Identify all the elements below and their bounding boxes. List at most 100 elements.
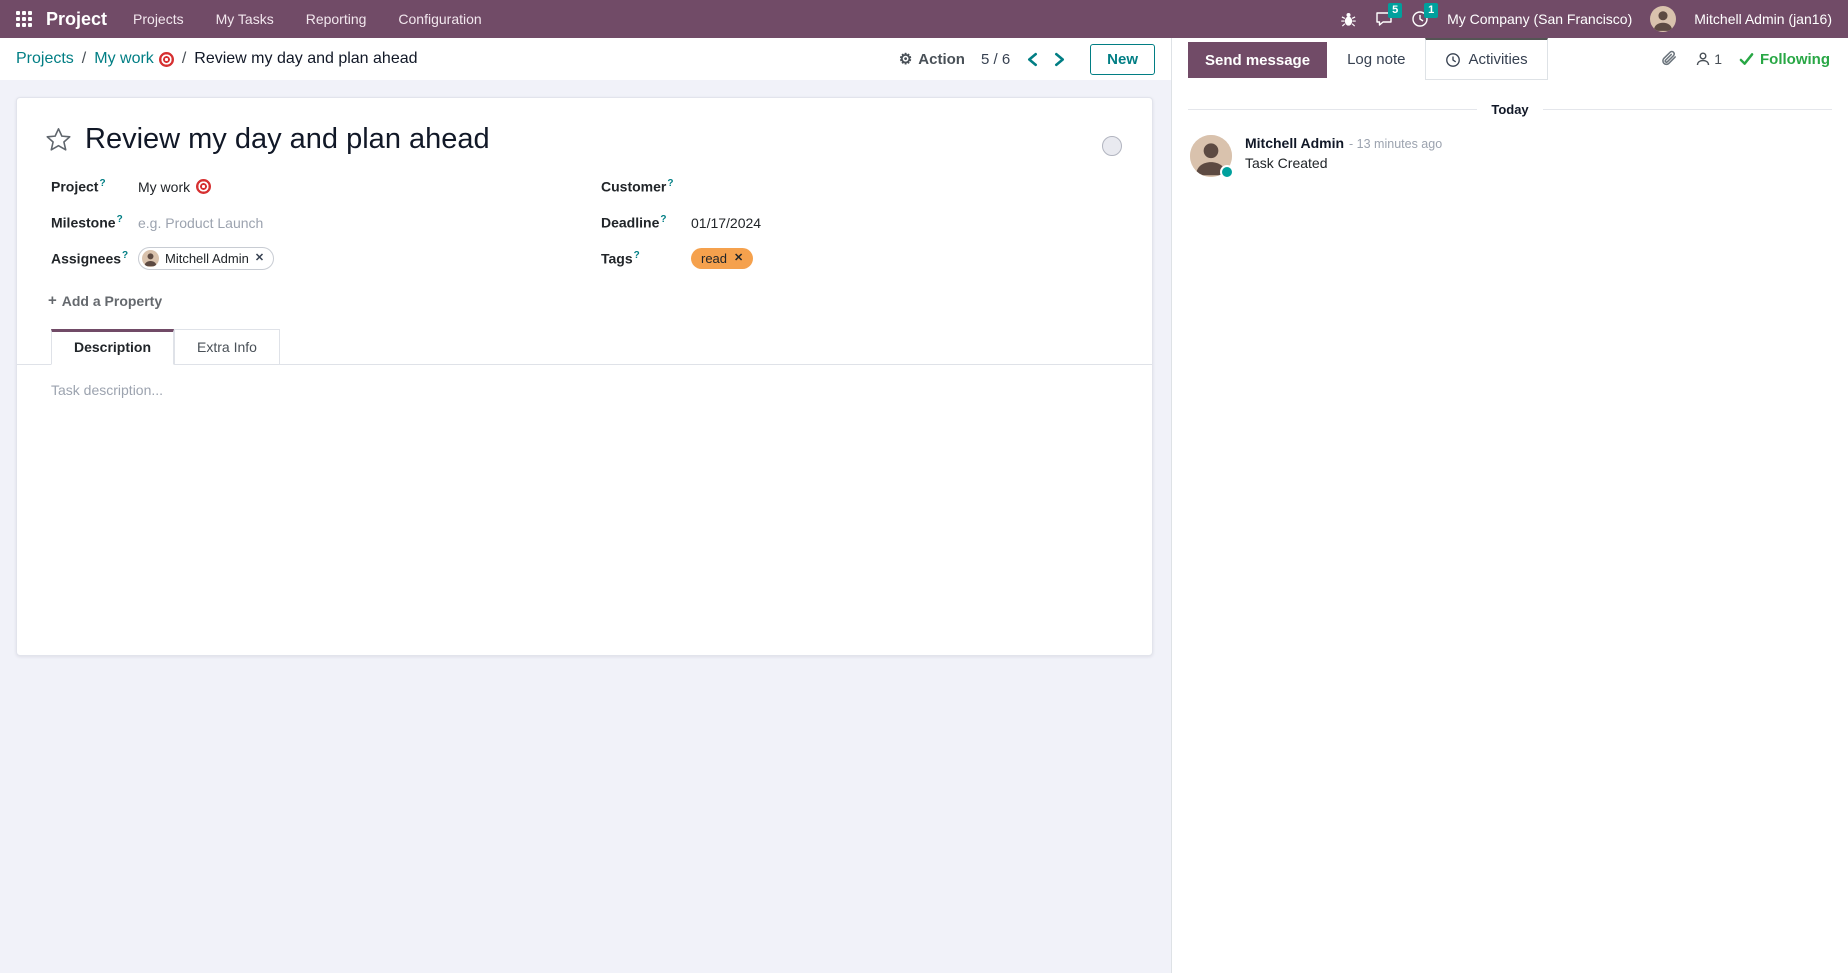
tab-extra-info[interactable]: Extra Info <box>174 329 280 364</box>
field-customer: Customer? <box>601 175 1124 198</box>
project-value[interactable]: My work <box>138 179 212 195</box>
attach-files-button[interactable] <box>1660 50 1678 68</box>
clock-icon <box>1446 52 1461 67</box>
breadcrumb-separator: / <box>181 50 187 67</box>
breadcrumb-separator: / <box>81 50 87 67</box>
deadline-value[interactable]: 01/17/2024 <box>691 215 761 231</box>
field-assignees: Assignees? Mitchell Admin ✕ <box>51 247 601 270</box>
task-state-button[interactable] <box>1102 136 1122 156</box>
target-emoji-icon <box>158 51 174 67</box>
project-label: Project? <box>51 178 106 195</box>
task-description-editor[interactable]: Task description... <box>51 382 1124 602</box>
field-tags: Tags? read ✕ <box>601 247 1124 270</box>
plus-icon: + <box>48 292 57 309</box>
followers-button[interactable]: 1 <box>1695 51 1722 67</box>
pager-previous-button[interactable] <box>1026 52 1039 67</box>
form-view-background: Review my day and plan ahead Project? My… <box>0 80 1171 973</box>
field-project: Project? My work <box>51 175 601 198</box>
message-timestamp: - 13 minutes ago <box>1349 137 1443 151</box>
message-author[interactable]: Mitchell Admin <box>1245 135 1344 151</box>
customer-label: Customer? <box>601 178 674 195</box>
breadcrumb: Projects / My work / Review my day and p… <box>16 50 418 68</box>
help-icon: ? <box>122 250 129 262</box>
followers-count: 1 <box>1714 51 1723 67</box>
activities-clock-icon[interactable]: 1 <box>1411 3 1439 28</box>
new-record-button[interactable]: New <box>1090 43 1155 75</box>
user-avatar[interactable] <box>1650 6 1677 32</box>
field-deadline: Deadline? 01/17/2024 <box>601 211 1124 234</box>
help-icon: ? <box>116 214 123 226</box>
target-emoji-icon <box>196 179 212 194</box>
help-icon: ? <box>99 178 106 190</box>
task-title[interactable]: Review my day and plan ahead <box>85 123 490 156</box>
tags-label: Tags? <box>601 250 640 267</box>
help-icon: ? <box>633 250 640 262</box>
apps-grid-icon[interactable] <box>16 11 32 27</box>
add-property-button[interactable]: + Add a Property <box>48 292 1152 309</box>
breadcrumb-project-link[interactable]: My work <box>94 50 174 68</box>
control-panel-right: ⚙ Action 5 / 6 New <box>899 43 1155 75</box>
message-header: Mitchell Admin - 13 minutes ago <box>1245 135 1442 151</box>
pager-next-button[interactable] <box>1053 52 1066 67</box>
action-menu-button[interactable]: ⚙ Action <box>899 51 965 68</box>
online-presence-dot <box>1220 165 1234 179</box>
pager-nav <box>1026 52 1066 67</box>
paperclip-icon <box>1662 50 1677 66</box>
date-divider: Today <box>1188 102 1833 117</box>
menu-my-tasks[interactable]: My Tasks <box>216 11 274 27</box>
title-row: Review my day and plan ahead <box>17 98 1152 156</box>
navbar-left: Project Projects My Tasks Reporting Conf… <box>16 9 514 30</box>
remove-assignee-icon[interactable]: ✕ <box>255 253 264 264</box>
messages-count-badge: 5 <box>1388 3 1403 18</box>
task-form-sheet: Review my day and plan ahead Project? My… <box>16 97 1153 656</box>
menu-reporting[interactable]: Reporting <box>306 11 367 27</box>
assignee-name: Mitchell Admin <box>165 251 249 266</box>
chatter-topbar-right: 1 Following <box>1660 38 1830 80</box>
send-message-button[interactable]: Send message <box>1188 42 1328 78</box>
milestone-input[interactable] <box>138 214 378 231</box>
tag-label: read <box>701 251 728 266</box>
menu-configuration[interactable]: Configuration <box>398 11 481 27</box>
app-name[interactable]: Project <box>46 9 107 30</box>
tab-description[interactable]: Description <box>51 329 175 365</box>
gear-icon: ⚙ <box>898 50 913 68</box>
breadcrumb-current: Review my day and plan ahead <box>194 50 418 67</box>
left-pane: Projects / My work / Review my day and p… <box>0 38 1171 973</box>
message-author-avatar[interactable] <box>1190 135 1234 179</box>
help-icon: ? <box>667 178 674 190</box>
notebook: Description Extra Info Task description.… <box>17 329 1152 602</box>
user-menu[interactable]: Mitchell Admin (jan16) <box>1694 11 1832 27</box>
log-note-button[interactable]: Log note <box>1327 38 1425 80</box>
debug-bug-icon[interactable] <box>1340 11 1357 28</box>
message-thread: Today Mitchell Admin - 13 minutes ago Ta… <box>1172 80 1848 193</box>
priority-star-icon[interactable] <box>45 126 72 153</box>
message-body: Task Created <box>1245 155 1328 171</box>
navbar-right: 5 1 My Company (San Francisco) Mitchell … <box>1340 3 1832 32</box>
deadline-label: Deadline? <box>601 214 667 231</box>
messages-icon[interactable]: 5 <box>1375 3 1403 28</box>
record-pager: 5 / 6 <box>980 50 1011 68</box>
top-navbar: Project Projects My Tasks Reporting Conf… <box>0 0 1848 38</box>
field-grid: Project? My work Customer? Milestone? De… <box>17 156 1152 270</box>
tag-read[interactable]: read ✕ <box>691 248 754 269</box>
company-switcher[interactable]: My Company (San Francisco) <box>1447 11 1632 27</box>
help-icon: ? <box>660 214 667 226</box>
date-divider-label: Today <box>1491 102 1529 117</box>
menu-projects[interactable]: Projects <box>133 11 184 27</box>
message-content: Mitchell Admin - 13 minutes ago Task Cre… <box>1245 135 1442 177</box>
following-button[interactable]: Following <box>1739 51 1830 68</box>
activities-count-badge: 1 <box>1424 3 1439 18</box>
chatter-panel: Send message Log note Activities 1 Follo… <box>1171 38 1848 973</box>
assignees-label: Assignees? <box>51 250 129 267</box>
breadcrumb-projects-link[interactable]: Projects <box>16 50 74 68</box>
tab-bar: Description Extra Info <box>17 329 1152 365</box>
check-icon <box>1739 53 1754 65</box>
assignee-tag[interactable]: Mitchell Admin ✕ <box>138 247 275 270</box>
message: Mitchell Admin - 13 minutes ago Task Cre… <box>1188 133 1832 179</box>
tab-content: Task description... <box>17 365 1152 602</box>
control-panel: Projects / My work / Review my day and p… <box>0 38 1171 80</box>
followers-person-icon <box>1697 52 1710 66</box>
activities-button[interactable]: Activities <box>1425 38 1548 80</box>
remove-tag-icon[interactable]: ✕ <box>734 253 743 264</box>
main-area: Projects / My work / Review my day and p… <box>0 38 1848 973</box>
